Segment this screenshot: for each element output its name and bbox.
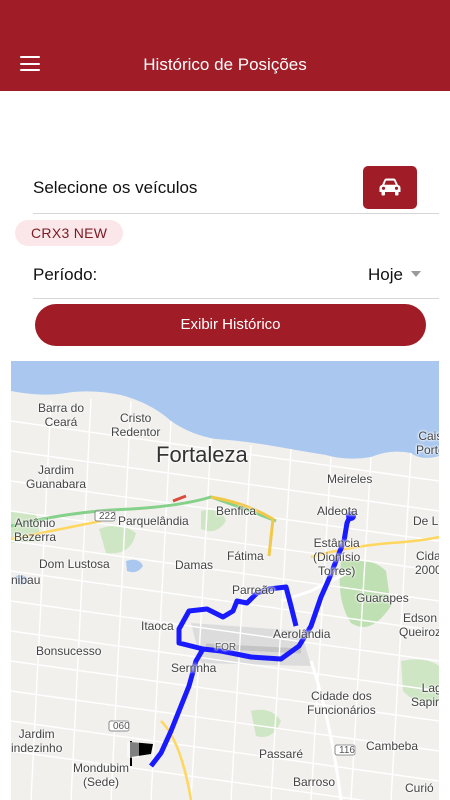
route-shield-label: 116 — [339, 745, 355, 756]
selected-vehicle-chip[interactable]: CRX3 NEW — [15, 220, 124, 246]
map-label: Jardim indezinho — [11, 727, 63, 755]
map-label-city: Fortaleza — [156, 442, 248, 467]
select-vehicle-button[interactable] — [363, 166, 417, 209]
park-area — [99, 525, 136, 554]
map-label: Damas — [175, 558, 214, 572]
map-label: Fátima — [227, 549, 264, 563]
show-history-button[interactable]: Exibir Histórico — [35, 304, 426, 346]
map-view[interactable]: Fortaleza Barra do Ceará Cristo Redentor… — [11, 361, 439, 800]
flag-icon — [127, 741, 153, 766]
map-label: Passaré — [259, 747, 304, 761]
map-label: Cida 2000 — [415, 549, 439, 577]
page-title: Histórico de Posições — [143, 55, 307, 74]
map-label: Cidade dos Funcionários — [307, 689, 376, 717]
map-label: Mondubim (Sede) — [73, 761, 130, 789]
map-label: Barra do Ceará — [38, 401, 85, 429]
period-label: Período: — [33, 265, 98, 284]
chevron-down-icon — [411, 270, 421, 277]
route-shield-label: 060 — [113, 721, 130, 732]
vehicle-select-label: Selecione os veículos — [33, 178, 198, 197]
map-label: Dom Lustosa — [39, 557, 110, 571]
map-label: Guarapes — [356, 591, 409, 605]
map-label: Aldeota — [317, 504, 358, 518]
map-label: Barroso — [293, 775, 336, 789]
vehicle-select-row[interactable]: Selecione os veículos — [33, 164, 439, 214]
car-icon — [379, 178, 401, 196]
map-label: nibau — [11, 573, 41, 587]
map-label: Itaoca — [141, 619, 174, 633]
map-label: Cristo Redentor — [111, 411, 161, 439]
map-label: Parreão — [232, 583, 275, 597]
map-label: Aerolândia — [273, 627, 331, 641]
map-label: Benfica — [216, 504, 257, 518]
map-label: Jardim Guanabara — [26, 463, 87, 491]
map-label: Cais Porto — [416, 429, 439, 457]
period-dropdown[interactable]: Hoje — [368, 265, 421, 285]
map-label: Meireles — [327, 472, 373, 486]
route-shield-label: 222 — [99, 511, 116, 522]
map-label: Antônio Bezerra — [14, 516, 57, 544]
map-label: Parquelândia — [118, 514, 189, 528]
map-label: Lagoa Sapiranga — [411, 681, 439, 709]
map-label: Edson Queiroz — [399, 611, 439, 639]
period-value: Hoje — [368, 265, 403, 284]
app-header: Histórico de Posições — [0, 0, 450, 91]
map-label: Serrinha — [171, 661, 217, 675]
lake — [126, 559, 143, 573]
map-label: Estância (Dionísio Torres) — [313, 536, 361, 578]
map-label-airport: FOR — [215, 642, 237, 653]
map-label: Curió — [405, 781, 434, 795]
map-label: De Lo — [413, 514, 439, 528]
period-row: Período: Hoje — [33, 254, 439, 299]
map-label: Bonsucesso — [36, 644, 102, 658]
map-label: Cambeba — [366, 739, 419, 753]
